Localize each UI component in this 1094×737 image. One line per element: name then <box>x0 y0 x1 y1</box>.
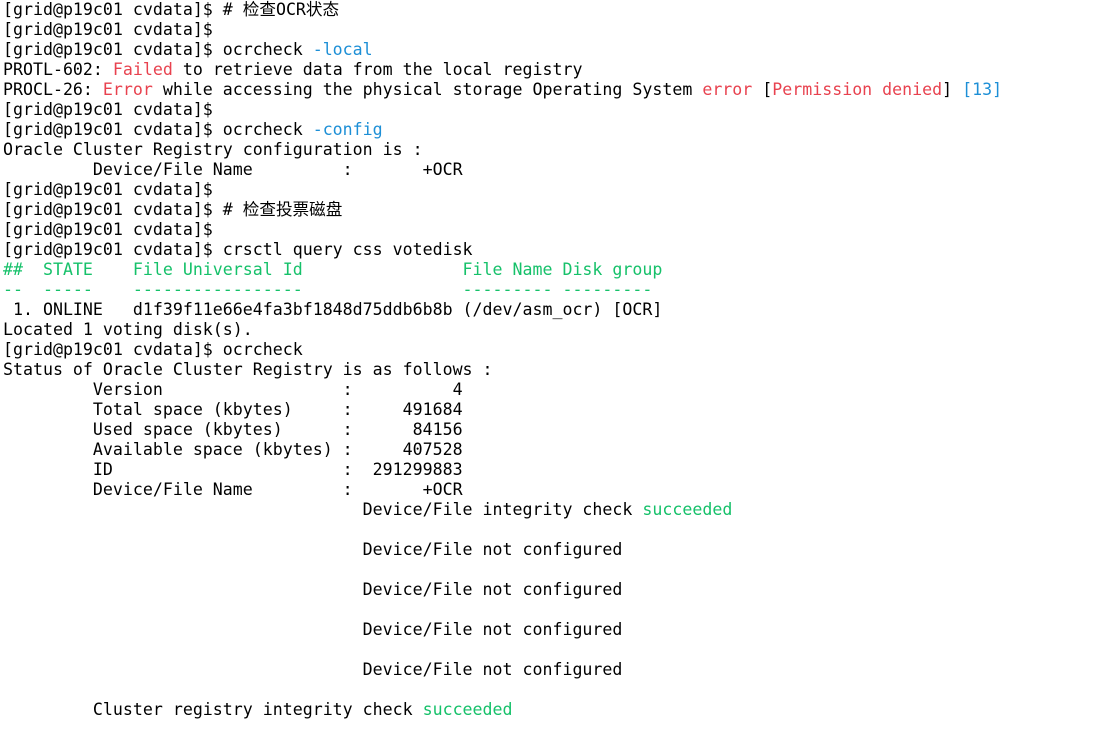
terminal-line: [grid@p19c01 cvdata]$ <box>3 100 1094 120</box>
terminal-text: succeeded <box>422 700 513 719</box>
terminal-text: PROTL-602: <box>3 60 113 79</box>
terminal-text: PROCL-26: <box>3 80 103 99</box>
terminal-text: ] <box>942 80 963 99</box>
terminal-line: ID : 291299883 <box>3 460 1094 480</box>
terminal-line: PROTL-602: Failed to retrieve data from … <box>3 60 1094 80</box>
terminal-text: Cluster registry integrity check <box>3 700 423 719</box>
terminal-line: [grid@p19c01 cvdata]$ crsctl query css v… <box>3 240 1094 260</box>
terminal-text: Device/File Name : +OCR <box>3 480 463 499</box>
terminal-text: [grid@p19c01 cvdata]$ <box>3 180 213 199</box>
terminal-line: ## STATE File Universal Id File Name Dis… <box>3 260 1094 280</box>
terminal-text: Available space (kbytes) : 407528 <box>3 440 463 459</box>
terminal-text: Total space (kbytes) : 491684 <box>3 400 463 419</box>
terminal-text: Status of Oracle Cluster Registry is as … <box>3 360 493 379</box>
terminal-line: Device/File Name : +OCR <box>3 480 1094 500</box>
terminal-text: Located 1 voting disk(s). <box>3 320 253 339</box>
terminal-line: Version : 4 <box>3 380 1094 400</box>
terminal-text: Device/File not configured <box>3 580 623 599</box>
terminal-text: Device/File not configured <box>3 660 623 679</box>
terminal-window[interactable]: [grid@p19c01 cvdata]$ # 检查OCR状态 [grid@p19… <box>0 0 1094 737</box>
terminal-text: Failed <box>112 60 173 79</box>
terminal-line: Oracle Cluster Registry configuration is… <box>3 140 1094 160</box>
terminal-line: [grid@p19c01 cvdata]$ # 检查OCR状态 <box>3 0 1094 20</box>
terminal-text: while accessing the physical storage Ope… <box>152 80 703 99</box>
terminal-text: Device/File not configured <box>3 540 623 559</box>
terminal-text: 1. ONLINE d1f39f11e66e4fa3bf1848d75ddb6b… <box>3 300 663 319</box>
terminal-line: Device/File not configured <box>3 620 1094 640</box>
terminal-text: succeeded <box>642 500 733 519</box>
terminal-text: -- ----- ----------------- --------- ---… <box>3 280 653 299</box>
terminal-line: Status of Oracle Cluster Registry is as … <box>3 360 1094 380</box>
terminal-line: PROCL-26: Error while accessing the phys… <box>3 80 1094 100</box>
terminal-text: [grid@p19c01 cvdata]$ crsctl query css v… <box>3 240 473 259</box>
terminal-text: ID : 291299883 <box>3 460 463 479</box>
terminal-line: -- ----- ----------------- --------- ---… <box>3 280 1094 300</box>
terminal-text: [grid@p19c01 cvdata]$ ocrcheck <box>3 40 313 59</box>
terminal-text: Device/File integrity check <box>3 500 643 519</box>
terminal-text: [grid@p19c01 cvdata]$ ocrcheck <box>3 120 313 139</box>
terminal-line: [grid@p19c01 cvdata]$ <box>3 20 1094 40</box>
terminal-line: [grid@p19c01 cvdata]$ ocrcheck -local <box>3 40 1094 60</box>
terminal-line: Device/File not configured <box>3 580 1094 600</box>
terminal-text: -local <box>312 40 373 59</box>
terminal-text: [grid@p19c01 cvdata]$ <box>3 220 213 239</box>
terminal-text: error <box>702 80 753 99</box>
terminal-line: Total space (kbytes) : 491684 <box>3 400 1094 420</box>
terminal-text: Oracle Cluster Registry configuration is… <box>3 140 423 159</box>
terminal-line: Cluster registry integrity check succeed… <box>3 700 1094 720</box>
terminal-text: Used space (kbytes) : 84156 <box>3 420 463 439</box>
terminal-text: ## STATE File Universal Id File Name Dis… <box>3 260 663 279</box>
terminal-text: Version : 4 <box>3 380 463 399</box>
terminal-text: [13] <box>962 80 1003 99</box>
terminal-text: [grid@p19c01 cvdata]$ <box>3 100 213 119</box>
terminal-line: Device/File not configured <box>3 540 1094 560</box>
terminal-line: [grid@p19c01 cvdata]$ <box>3 180 1094 200</box>
terminal-text: to retrieve data from the local registry <box>172 60 583 79</box>
terminal-text: [grid@p19c01 cvdata]$ # 检查投票磁盘 <box>3 200 343 219</box>
terminal-text: Permission denied <box>772 80 943 99</box>
terminal-line: [grid@p19c01 cvdata]$ # 检查投票磁盘 <box>3 200 1094 220</box>
terminal-line: [grid@p19c01 cvdata]$ <box>3 220 1094 240</box>
terminal-text: Device/File Name : +OCR <box>3 160 463 179</box>
terminal-line: Device/File not configured <box>3 660 1094 680</box>
terminal-line: Device/File Name : +OCR <box>3 160 1094 180</box>
terminal-text: Device/File not configured <box>3 620 623 639</box>
terminal-line: Available space (kbytes) : 407528 <box>3 440 1094 460</box>
terminal-text: [grid@p19c01 cvdata]$ ocrcheck <box>3 340 303 359</box>
terminal-line: Located 1 voting disk(s). <box>3 320 1094 340</box>
terminal-line: [grid@p19c01 cvdata]$ ocrcheck -config <box>3 120 1094 140</box>
terminal-text: Error <box>102 80 153 99</box>
terminal-line: [grid@p19c01 cvdata]$ ocrcheck <box>3 340 1094 360</box>
terminal-text: [grid@p19c01 cvdata]$ # 检查OCR状态 <box>3 0 340 19</box>
terminal-line: Used space (kbytes) : 84156 <box>3 420 1094 440</box>
terminal-text: -config <box>312 120 383 139</box>
terminal-text: [grid@p19c01 cvdata]$ <box>3 20 213 39</box>
terminal-line: 1. ONLINE d1f39f11e66e4fa3bf1848d75ddb6b… <box>3 300 1094 320</box>
terminal-line: Device/File integrity check succeeded <box>3 500 1094 520</box>
terminal-text: [ <box>752 80 773 99</box>
